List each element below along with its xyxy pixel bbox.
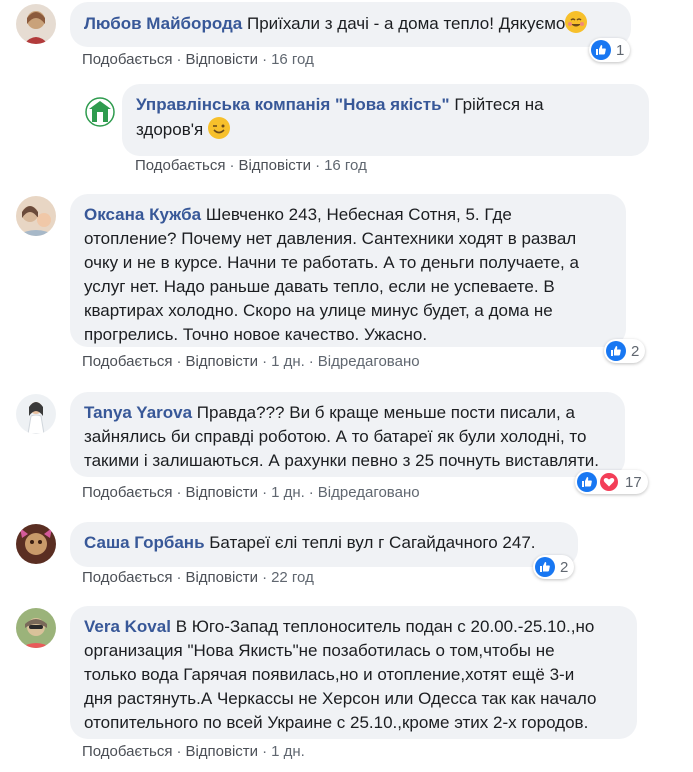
reaction-number: 2 [631, 342, 640, 360]
comment-text-line: только вода Гарячая появилась,но и отопл… [84, 665, 575, 684]
timestamp[interactable]: 1 дн. [271, 743, 305, 760]
smiling-face-icon [565, 11, 588, 33]
comment-author[interactable]: Vera Koval [84, 617, 171, 636]
thumbs-up-icon [606, 341, 626, 361]
like-link[interactable]: Подобається [82, 51, 172, 68]
thumbs-up-icon [591, 40, 611, 60]
comment-text: Приїхали з дачі - а дома тепло! Дякуємо [246, 14, 566, 33]
timestamp[interactable]: 16 год [271, 51, 314, 68]
comment-text-line: Правда??? Ви б краще меньше пости писали… [196, 403, 575, 422]
avatar[interactable] [16, 608, 56, 648]
reaction-count[interactable]: 1 [589, 38, 631, 62]
comment-text-line: очку и не в курсе. Начни те работать. А … [84, 253, 579, 272]
reply-link[interactable]: Відповісти [238, 157, 311, 174]
comment-actions: Подобається · Відповісти · 1 дн. [82, 743, 305, 760]
like-link[interactable]: Подобається [82, 353, 172, 370]
edited-label[interactable]: Відредаговано [318, 484, 420, 501]
comment-bubble: Оксана Кужба Шевченко 243, Небесная Сотн… [70, 194, 626, 347]
thumbs-up-icon [535, 557, 555, 577]
comment-text-line: организация "Нова Якисть"не позаботилась… [84, 641, 555, 660]
heart-icon [598, 471, 620, 493]
comment-text-line: здоров'я [136, 120, 204, 139]
like-link[interactable]: Подобається [135, 157, 225, 174]
comment-actions: Подобається · Відповісти · 16 год [82, 51, 314, 68]
comment-text-line: В Юго-Запад теплоноситель подан с 20.00.… [175, 617, 595, 636]
comment-text-line: услуг нет. Надо раньше давать тепло, есл… [84, 277, 555, 296]
comment-actions: Подобається · Відповісти · 16 год [135, 157, 367, 174]
reaction-count[interactable]: 2 [604, 339, 646, 363]
avatar[interactable] [84, 96, 116, 128]
like-link[interactable]: Подобається [82, 569, 172, 586]
comment-bubble: Саша Горбань Батареї єлі теплі вул г Саг… [70, 522, 578, 567]
comment-text-line: такими і залишаються. А рахунки певно з … [84, 451, 599, 470]
comment-text-line: Грійтеся на [454, 95, 544, 114]
comment-actions: Подобається · Відповісти · 1 дн. · Відредагова… [82, 353, 420, 370]
like-link[interactable]: Подобається [82, 484, 172, 501]
reply-link[interactable]: Відповісти [185, 569, 258, 586]
comment-author[interactable]: Управлінська компанія "Нова якість" [136, 95, 450, 114]
comment-author[interactable]: Оксана Кужба [84, 205, 201, 224]
comment-actions: Подобається · Відповісти · 22 год [82, 569, 314, 586]
edited-label[interactable]: Відредаговано [318, 353, 420, 370]
like-link[interactable]: Подобається [82, 743, 172, 760]
comment-text-line: Шевченко 243, Небесная Сотня, 5. Где [205, 205, 512, 224]
comment-text-line: квартирах холодно. Скоро на улице минус … [84, 301, 553, 320]
comment-text: Батареї єлі теплі вул г Сагайдачного 247… [209, 533, 536, 552]
comment-author[interactable]: Саша Горбань [84, 533, 205, 552]
comment-text-line: отопление? Почему нет давления. Сантехни… [84, 229, 577, 248]
thumbs-up-icon [577, 472, 597, 492]
comment-bubble: Tanya Yarova Правда??? Ви б краще меньше… [70, 392, 625, 477]
comment-bubble: Любов Майборода Приїхали з дачі - а дома… [70, 2, 631, 47]
avatar[interactable] [16, 524, 56, 564]
comment-text-line: отопительного по всей Украине с 25.10.,к… [84, 713, 589, 732]
avatar[interactable] [16, 4, 56, 44]
timestamp[interactable]: 22 год [271, 569, 314, 586]
reply-link[interactable]: Відповісти [185, 743, 258, 760]
comment-actions: Подобається · Відповісти · 1 дн. · Відредагова… [82, 484, 420, 501]
reaction-number: 17 [625, 473, 642, 491]
comment-author[interactable]: Tanya Yarova [84, 403, 192, 422]
comment-author[interactable]: Любов Майборода [84, 14, 242, 33]
timestamp[interactable]: 1 дн. [271, 353, 305, 370]
comment-bubble: Vera Koval В Юго-Запад теплоноситель под… [70, 606, 637, 739]
comment-text-line: дня растянуть.А Черкассы не Херсон или О… [84, 689, 597, 708]
timestamp[interactable]: 1 дн. [271, 484, 305, 501]
reaction-number: 1 [616, 41, 625, 59]
reaction-count[interactable]: 2 [533, 555, 575, 579]
reply-link[interactable]: Відповісти [185, 353, 258, 370]
comment-bubble: Управлінська компанія "Нова якість" Грій… [122, 84, 649, 156]
reaction-count[interactable]: 17 [575, 470, 648, 494]
reply-link[interactable]: Відповісти [185, 51, 258, 68]
comment-text-line: прогрелись. Точно новое качество. Ужасно… [84, 325, 428, 344]
reply-link[interactable]: Відповісти [185, 484, 258, 501]
reaction-number: 2 [560, 558, 569, 576]
avatar[interactable] [16, 394, 56, 434]
comment-text-line: зайнялись би справді роботою. А то батар… [84, 427, 587, 446]
avatar[interactable] [16, 196, 56, 236]
timestamp[interactable]: 16 год [324, 157, 367, 174]
winking-face-icon [207, 117, 230, 139]
